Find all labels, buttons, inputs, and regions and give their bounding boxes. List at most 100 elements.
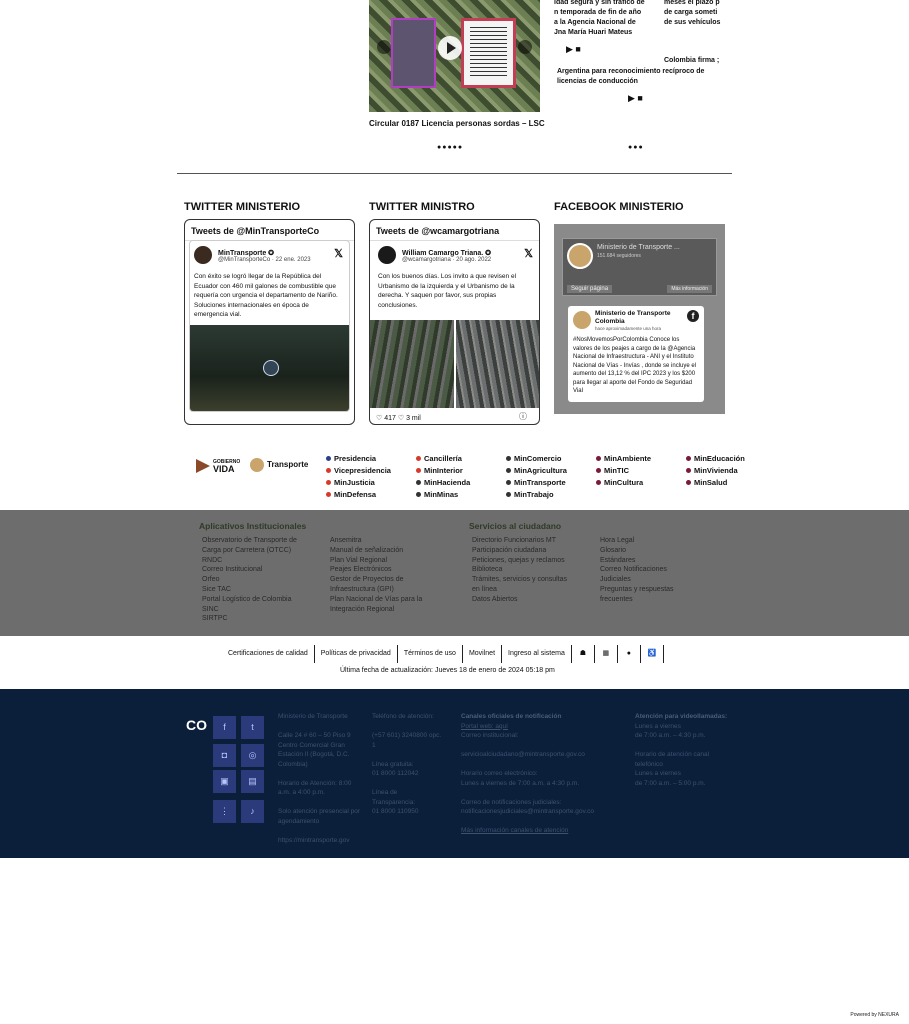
- list-item[interactable]: Horario de Atención: 8:00: [278, 779, 366, 789]
- gov-link-minvivienda[interactable]: MinVivienda: [686, 465, 766, 475]
- tweet-image-left[interactable]: [370, 320, 454, 408]
- list-item[interactable]: Teléfono de atención:: [372, 712, 454, 722]
- calendar-icon[interactable]: ▤: [241, 770, 264, 793]
- gov-link-minjusticia[interactable]: MinJusticia: [326, 477, 416, 487]
- list-item[interactable]: Biblioteca: [472, 565, 597, 575]
- gov-link-mineducación[interactable]: MinEducación: [686, 453, 766, 463]
- sitemap-icon[interactable]: ⋮: [213, 800, 236, 823]
- list-item[interactable]: Ministerio de Transporte: [278, 712, 366, 722]
- list-item[interactable]: Solo atención presencial por: [278, 807, 366, 817]
- quality-certs-link[interactable]: Certificaciones de calidad: [222, 645, 315, 663]
- list-item[interactable]: Línea de: [372, 788, 454, 798]
- gov-link-mintrabajo[interactable]: MinTrabajo: [506, 489, 596, 499]
- list-item[interactable]: Correo Institucional: [202, 565, 322, 575]
- list-item[interactable]: Colombia): [278, 760, 366, 770]
- co-logo[interactable]: CO: [186, 717, 208, 737]
- gov-link-mininterior[interactable]: MinInterior: [416, 465, 506, 475]
- gov-link-mindefensa[interactable]: MinDefensa: [326, 489, 416, 499]
- list-item[interactable]: Manual de señalización: [330, 546, 460, 556]
- list-item[interactable]: https://mintransporte.gov: [278, 836, 366, 846]
- gov-link-vicepresidencia[interactable]: Vicepresidencia: [326, 465, 416, 475]
- list-item[interactable]: 1: [372, 741, 454, 751]
- list-item[interactable]: Plan Nacional de Vías para la: [330, 595, 460, 605]
- post-time[interactable]: hace aproximadamente una hora: [595, 326, 661, 331]
- movilnet-link[interactable]: Movilnet: [463, 645, 503, 663]
- carousel-dots-right[interactable]: ●●●: [628, 144, 644, 151]
- transporte-logo[interactable]: Transporte: [250, 458, 308, 472]
- list-item[interactable]: servicioalciudadano@mintransporte.gov.co: [461, 750, 626, 760]
- tweet-video[interactable]: [190, 325, 349, 411]
- list-item[interactable]: agendamiento: [278, 817, 366, 827]
- play-icon[interactable]: [438, 36, 462, 60]
- list-item[interactable]: Infraestructura (GPI): [330, 585, 460, 595]
- gov-link-mintransporte[interactable]: MinTransporte: [506, 477, 596, 487]
- post-author[interactable]: Ministerio de Transporte Colombia: [595, 310, 675, 326]
- globe-icon[interactable]: ●: [618, 645, 641, 663]
- carousel-next-icon[interactable]: [518, 40, 532, 54]
- gov-link-minambiente[interactable]: MinAmbiente: [596, 453, 686, 463]
- list-item[interactable]: Más información canales de atención: [461, 826, 626, 836]
- list-item[interactable]: SINC: [202, 605, 322, 615]
- list-item[interactable]: de 7:00 a.m. – 5:00 p.m.: [635, 779, 730, 789]
- gov-link-minagricultura[interactable]: MinAgricultura: [506, 465, 596, 475]
- tweet-image-right[interactable]: [455, 320, 539, 408]
- tweet-handle[interactable]: @wcamargotriana · 20 ago. 2022: [402, 257, 491, 263]
- video-player[interactable]: [369, 0, 540, 112]
- list-item[interactable]: Judiciales: [600, 575, 710, 585]
- list-item[interactable]: Integración Regional: [330, 605, 460, 615]
- news-item-left[interactable]: idad segura y sin tráfico de n temporada…: [554, 0, 659, 38]
- gobierno-logo[interactable]: GOBIERNO VIDA: [196, 459, 240, 474]
- tweet-card[interactable]: William Camargo Triana. ✪ @wcamargotrian…: [370, 240, 539, 412]
- list-item[interactable]: Portal Logístico de Colombia: [202, 595, 322, 605]
- video-caption[interactable]: Circular 0187 Licencia personas sordas –…: [369, 119, 545, 128]
- list-item[interactable]: de 7:00 a.m. – 4:30 p.m.: [635, 731, 730, 741]
- facebook-icon[interactable]: f: [687, 310, 699, 322]
- tweet-images[interactable]: [370, 320, 539, 408]
- tweet-author[interactable]: William Camargo Triana. ✪: [402, 249, 491, 257]
- list-item[interactable]: Horario de atención canal: [635, 750, 730, 760]
- list-item[interactable]: Ansemitra: [330, 536, 460, 546]
- facebook-page-name[interactable]: Ministerio de Transporte ...: [597, 244, 680, 251]
- list-item[interactable]: Participación ciudadana: [472, 546, 597, 556]
- news-item-right-2[interactable]: Colombia firma ;: [664, 56, 726, 66]
- twitter-ministro-widget[interactable]: Tweets de @wcamargotriana William Camarg…: [369, 219, 540, 425]
- list-item[interactable]: SIRTPC: [202, 614, 322, 624]
- list-item[interactable]: Orfeo: [202, 575, 322, 585]
- x-logo-icon[interactable]: 𝕏: [334, 247, 343, 260]
- avatar[interactable]: [194, 246, 212, 264]
- facebook-icon[interactable]: f: [213, 716, 236, 739]
- list-item[interactable]: Peajes Electrónicos: [330, 565, 460, 575]
- list-item[interactable]: frecuentes: [600, 595, 710, 605]
- gov-link-minminas[interactable]: MinMinas: [416, 489, 506, 499]
- carousel-dots-left[interactable]: ●●●●●: [437, 144, 463, 151]
- carousel-prev-icon[interactable]: [377, 40, 391, 54]
- more-info-button[interactable]: Más información: [667, 285, 712, 293]
- tiktok-icon[interactable]: ♪: [241, 800, 264, 823]
- list-item[interactable]: Estándares: [600, 556, 710, 566]
- twitter-ministerio-widget[interactable]: Tweets de @MinTransporteCo MinTransporte…: [184, 219, 355, 425]
- list-item[interactable]: a.m. a 4:00 p.m.: [278, 788, 366, 798]
- avatar[interactable]: [573, 311, 591, 329]
- gov-link-cancillería[interactable]: Cancillería: [416, 453, 506, 463]
- list-item[interactable]: Lunes a viernes: [635, 769, 730, 779]
- media-controls-left[interactable]: ▶ ■: [566, 44, 581, 55]
- facebook-post[interactable]: Ministerio de Transporte Colombia hace a…: [568, 306, 704, 402]
- gov-link-presidencia[interactable]: Presidencia: [326, 453, 416, 463]
- login-link[interactable]: Ingreso al sistema: [502, 645, 572, 663]
- terms-link[interactable]: Términos de uso: [398, 645, 463, 663]
- list-item[interactable]: en línea: [472, 585, 597, 595]
- list-item[interactable]: Portal web: aquí: [461, 722, 626, 732]
- play-icon[interactable]: [263, 360, 279, 376]
- tweet-stats[interactable]: ♡ 417 ♡ 3 mil: [376, 414, 421, 422]
- list-item[interactable]: Lunes a viernes: [635, 722, 730, 732]
- page-logo[interactable]: [567, 243, 593, 269]
- list-item[interactable]: Calle 24 # 60 – 50 Piso 9: [278, 731, 366, 741]
- list-item[interactable]: Datos Abiertos: [472, 595, 597, 605]
- list-item[interactable]: Peticiones, quejas y reclamos: [472, 556, 597, 566]
- list-item[interactable]: Línea gratuita:: [372, 760, 454, 770]
- list-item[interactable]: Horario correo electrónico:: [461, 769, 626, 779]
- flickr-icon[interactable]: ▣: [213, 770, 236, 793]
- powered-by[interactable]: Powered by NEXURA: [850, 1012, 899, 1018]
- list-item[interactable]: Carga por Carretera (OTCC): [202, 546, 322, 556]
- info-icon[interactable]: ⓘ: [519, 411, 527, 422]
